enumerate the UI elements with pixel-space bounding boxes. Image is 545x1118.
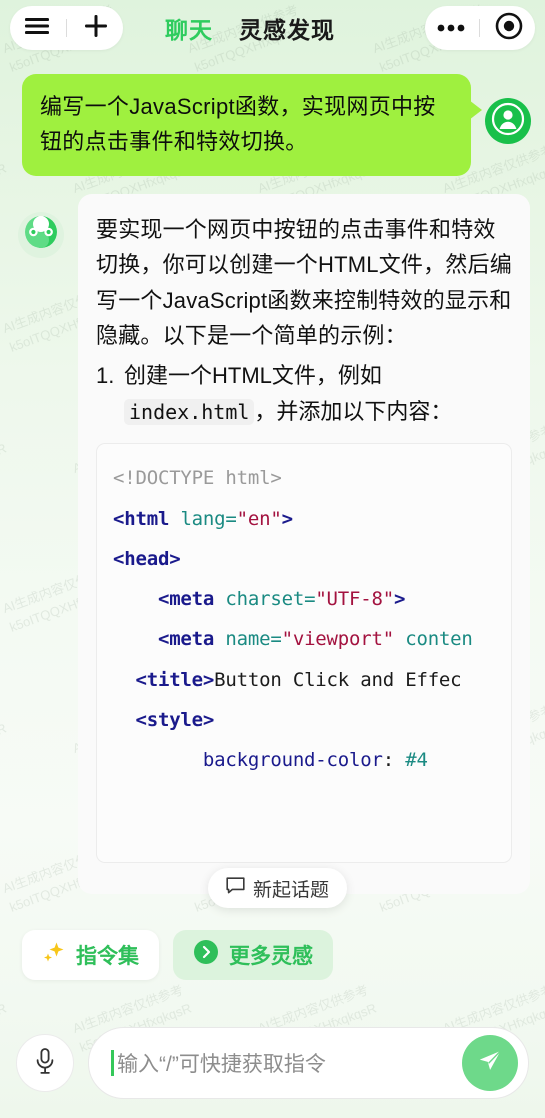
message-row-assistant: 要实现一个网页中按钮的点击事件和特效切换，你可以创建一个HTML文件，然后编写一… <box>0 176 545 894</box>
user-avatar-icon <box>491 102 525 141</box>
code-line: background-color: #4 <box>113 740 511 780</box>
quick-action-label: 指令集 <box>76 945 139 968</box>
header-right-divider <box>479 19 481 37</box>
send-button[interactable] <box>462 1035 518 1091</box>
assistant-ordered-list: 1. 创建一个HTML文件，例如 index.html ，并添加以下内容： <box>96 358 512 429</box>
list-item-text-after: ，并添加以下内容： <box>254 398 453 424</box>
code-token: <style> <box>113 708 215 731</box>
code-token: <html <box>113 507 181 530</box>
quick-action-more-inspiration[interactable]: 更多灵感 <box>173 930 333 980</box>
list-item: 1. 创建一个HTML文件，例如 index.html ，并添加以下内容： <box>96 358 512 429</box>
code-token: > <box>281 507 293 530</box>
code-line: <title>Button Click and Effec <box>113 660 511 700</box>
code-token: : <box>382 749 406 772</box>
plus-icon <box>84 14 108 43</box>
text-cursor <box>111 1050 114 1076</box>
code-token: <!DOCTYPE html> <box>113 467 282 490</box>
assistant-message-bubble[interactable]: 要实现一个网页中按钮的点击事件和特效切换，你可以创建一个HTML文件，然后编写一… <box>78 193 530 894</box>
new-topic-button[interactable]: 新起话题 <box>208 868 348 908</box>
input-placeholder: 输入“/”可快捷获取指令 <box>117 1053 326 1076</box>
message-row-user: 编写一个JavaScript函数，实现网页中按钮的点击事件和特效切换。 <box>0 56 545 176</box>
record-target-icon <box>495 12 523 45</box>
user-message-bubble[interactable]: 编写一个JavaScript函数，实现网页中按钮的点击事件和特效切换。 <box>22 74 482 176</box>
code-line: <meta name="viewport" conten <box>113 619 511 659</box>
new-topic-label: 新起话题 <box>253 879 330 901</box>
code-token: <meta <box>113 588 226 611</box>
bubble-tail <box>469 100 482 120</box>
assistant-bubble-tail <box>78 219 80 238</box>
ellipsis-icon <box>436 19 466 37</box>
chat-scroll-area[interactable]: 编写一个JavaScript函数，实现网页中按钮的点击事件和特效切换。 要实现一… <box>0 56 545 898</box>
code-line: <html lang="en"> <box>113 499 511 539</box>
code-token: "viewport" <box>281 628 395 651</box>
add-button[interactable] <box>72 6 120 50</box>
code-token: background-color <box>113 749 383 772</box>
tab-discover[interactable]: 灵感发现 <box>239 11 335 45</box>
code-token: "UTF-8" <box>315 588 394 611</box>
list-item-text-before: 创建一个HTML文件，例如 <box>124 363 382 388</box>
app-header: 聊天 灵感发现 <box>0 0 545 56</box>
list-item-body: 创建一个HTML文件，例如 index.html ，并添加以下内容： <box>124 358 512 429</box>
inline-code: index.html <box>124 398 255 425</box>
record-button[interactable] <box>485 6 533 50</box>
code-token: name= <box>225 628 282 651</box>
speech-bubble-icon <box>226 876 245 900</box>
header-right-pill <box>425 6 535 50</box>
code-line: <meta charset="UTF-8"> <box>113 579 511 619</box>
hamburger-icon <box>24 17 50 40</box>
voice-input-button[interactable] <box>16 1034 74 1092</box>
header-left-pill <box>10 6 123 50</box>
code-line: <!DOCTYPE html> <box>113 458 511 498</box>
code-token: <head> <box>113 547 181 570</box>
user-message-text: 编写一个JavaScript函数，实现网页中按钮的点击事件和特效切换。 <box>40 94 436 154</box>
sparkle-icon <box>42 940 66 970</box>
code-token: lang= <box>180 507 237 530</box>
quick-actions: 指令集 更多灵感 <box>0 930 545 980</box>
assistant-avatar[interactable] <box>18 211 64 258</box>
search-input[interactable]: 输入“/”可快捷获取指令 <box>88 1027 529 1099</box>
code-line: <style> <box>113 700 511 740</box>
code-block[interactable]: <!DOCTYPE html> <html lang="en"> <head> <m… <box>96 443 512 864</box>
header-divider <box>65 19 67 37</box>
microphone-icon <box>33 1047 57 1080</box>
code-token: "en" <box>236 507 282 530</box>
code-token: conten <box>393 628 473 651</box>
code-token: charset= <box>225 588 316 611</box>
code-token: #4 <box>405 749 428 772</box>
code-token: > <box>394 588 406 611</box>
message-input-bar: 输入“/”可快捷获取指令 <box>0 1008 545 1118</box>
code-token: <meta <box>113 628 226 651</box>
assistant-paragraph: 要实现一个网页中按钮的点击事件和特效切换，你可以创建一个HTML文件，然后编写一… <box>96 216 512 349</box>
avatar[interactable] <box>485 98 531 144</box>
quick-action-label: 更多灵感 <box>229 945 313 968</box>
chevron-right-circle-icon <box>193 939 219 971</box>
tab-chat[interactable]: 聊天 <box>165 11 213 45</box>
code-token: Button Click and Effec <box>214 668 462 691</box>
quick-action-prompt-library[interactable]: 指令集 <box>22 930 159 980</box>
send-paper-plane-icon <box>476 1047 504 1080</box>
list-item-number: 1. <box>96 363 115 388</box>
code-token: <title> <box>113 668 215 691</box>
yin-yang-logo-icon <box>23 214 59 255</box>
header-tabs: 聊天 灵感发现 <box>165 11 335 45</box>
menu-button[interactable] <box>13 6 61 50</box>
more-options-button[interactable] <box>427 6 475 50</box>
code-line: <head> <box>113 539 511 579</box>
